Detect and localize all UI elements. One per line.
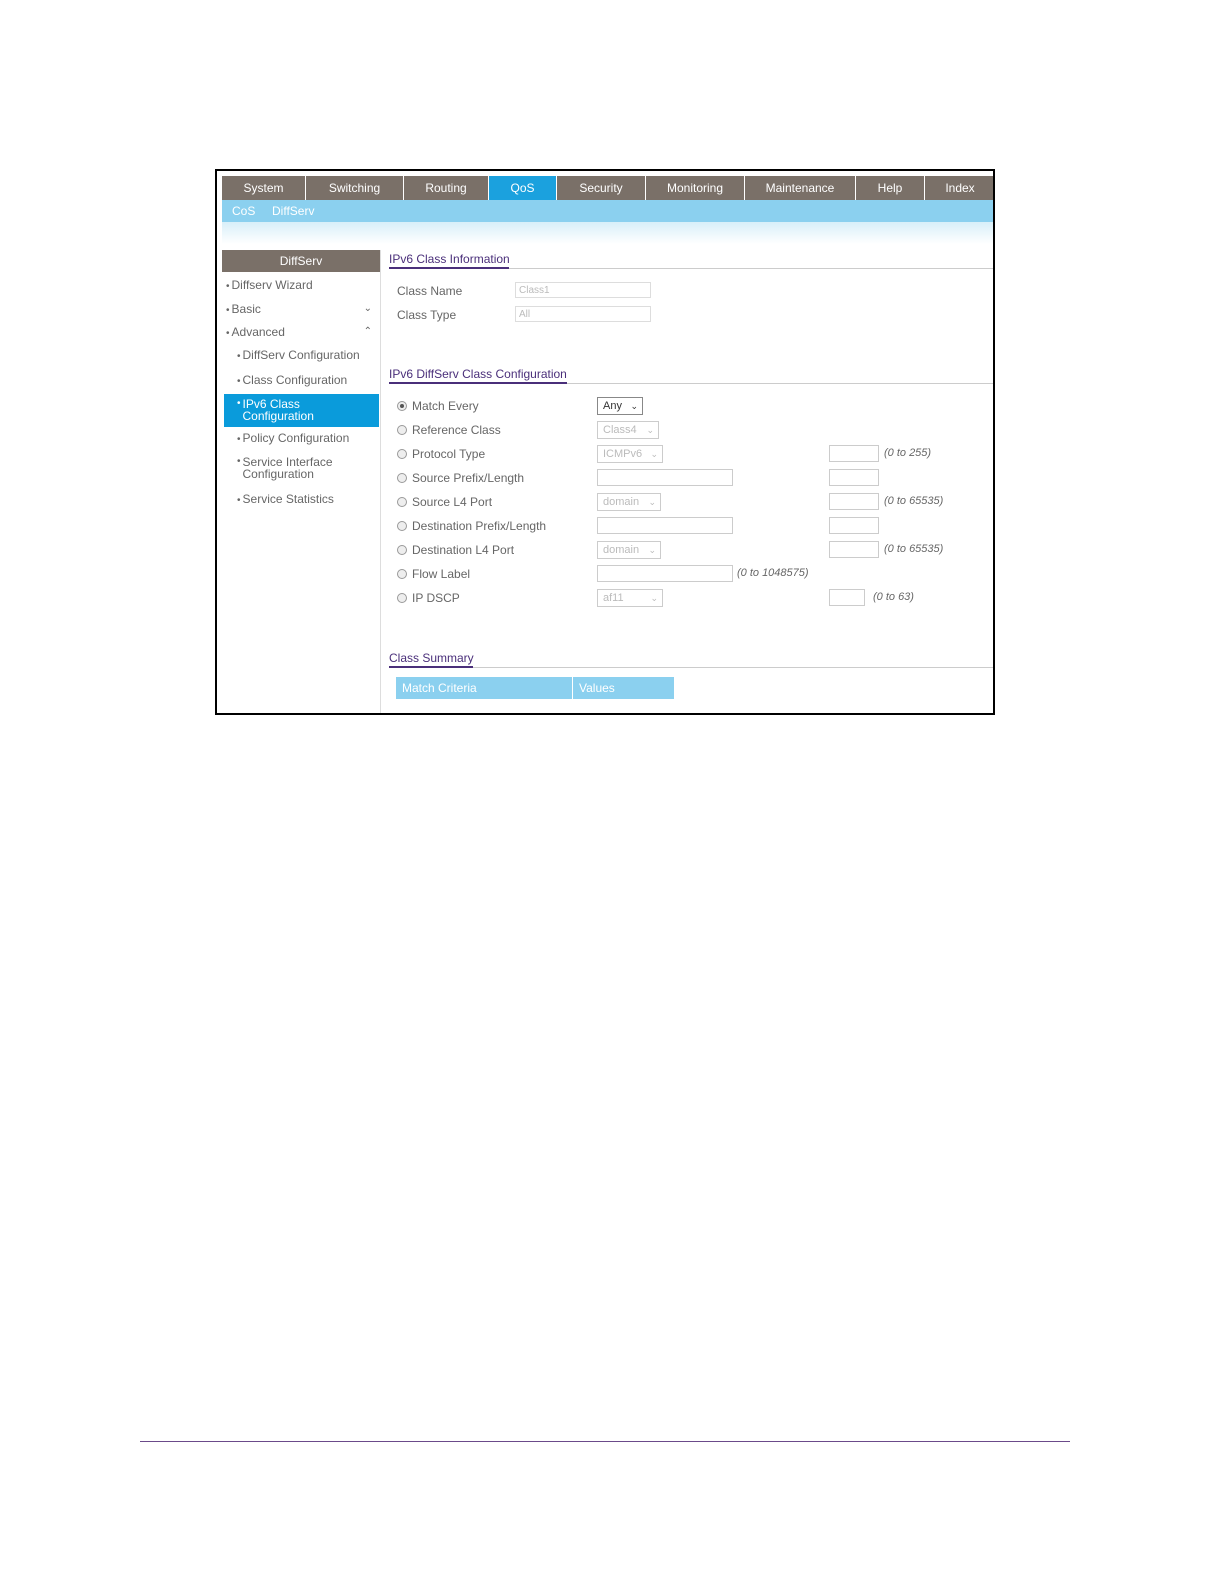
- section-rule: [473, 667, 993, 668]
- ip-dscp-select[interactable]: af11 ⌄: [597, 589, 663, 607]
- source-prefix-length-input[interactable]: [829, 469, 879, 486]
- radio-destination-l4-port[interactable]: [397, 545, 407, 555]
- class-name-field: Class1: [515, 282, 651, 298]
- flow-label-label: Flow Label: [412, 567, 471, 581]
- chevron-up-icon: ⌃: [363, 326, 372, 337]
- top-nav: System Switching Routing QoS Security Mo…: [222, 176, 993, 200]
- tab-monitoring[interactable]: Monitoring: [646, 176, 745, 200]
- destination-l4-port-range: (0 to 65535): [884, 543, 944, 555]
- protocol-type-select[interactable]: ICMPv6 ⌄: [597, 445, 663, 463]
- reference-class-select[interactable]: Class4 ⌄: [597, 421, 659, 439]
- sidebar-item-class-configuration[interactable]: • Class Configuration: [237, 374, 347, 388]
- source-l4-port-select[interactable]: domain ⌄: [597, 493, 661, 511]
- radio-match-every[interactable]: [397, 401, 407, 411]
- tab-routing[interactable]: Routing: [404, 176, 489, 200]
- sidebar-item-ipv6-class-configuration[interactable]: • IPv6 Class Configuration: [224, 394, 379, 427]
- radio-destination-prefix[interactable]: [397, 521, 407, 531]
- tab-switching[interactable]: Switching: [306, 176, 404, 200]
- subnav-shadow: [222, 222, 993, 244]
- protocol-type-range: (0 to 255): [884, 447, 932, 459]
- radio-source-l4-port[interactable]: [397, 497, 407, 507]
- tab-security[interactable]: Security: [557, 176, 646, 200]
- column-values: Values: [573, 677, 674, 699]
- protocol-type-input[interactable]: [829, 445, 879, 462]
- section-title-class-summary: Class Summary: [389, 651, 474, 665]
- flow-label-input[interactable]: [597, 565, 733, 582]
- radio-source-prefix[interactable]: [397, 473, 407, 483]
- sidebar: DiffServ • Diffserv Wizard • Basic ⌄ • Advan…: [222, 250, 381, 713]
- section-underline: [389, 267, 509, 269]
- destination-prefix-label: Destination Prefix/Length: [412, 519, 547, 533]
- section-title-class-info: IPv6 Class Information: [389, 252, 510, 266]
- subnav-diffserv[interactable]: DiffServ: [272, 204, 314, 218]
- sidebar-title: DiffServ: [222, 250, 380, 272]
- ip-dscp-input[interactable]: [829, 589, 865, 606]
- chevron-down-icon: ⌄: [650, 593, 658, 603]
- sidebar-item-basic[interactable]: • Basic ⌄: [226, 303, 376, 317]
- source-l4-port-range: (0 to 65535): [884, 495, 944, 507]
- tab-index[interactable]: Index: [925, 176, 993, 200]
- app-window: System Switching Routing QoS Security Mo…: [215, 169, 995, 715]
- ip-dscp-range: (0 to 63): [873, 591, 914, 603]
- source-prefix-input[interactable]: [597, 469, 733, 486]
- destination-l4-port-input[interactable]: [829, 541, 879, 558]
- sidebar-item-advanced[interactable]: • Advanced ⌃: [226, 326, 376, 340]
- chevron-down-icon: ⌄: [648, 545, 656, 555]
- destination-l4-port-select[interactable]: domain ⌄: [597, 541, 661, 559]
- radio-protocol-type[interactable]: [397, 449, 407, 459]
- source-l4-port-label: Source L4 Port: [412, 495, 493, 509]
- class-type-field: All: [515, 306, 651, 322]
- tab-qos[interactable]: QoS: [489, 176, 557, 200]
- section-rule: [567, 383, 993, 384]
- section-underline: [389, 382, 567, 384]
- chevron-down-icon: ⌄: [363, 303, 372, 314]
- tab-system[interactable]: System: [222, 176, 306, 200]
- sidebar-item-diffserv-configuration[interactable]: • DiffServ Configuration: [237, 349, 360, 363]
- chevron-down-icon: ⌄: [650, 449, 658, 459]
- class-type-label: Class Type: [397, 308, 457, 322]
- column-match-criteria: Match Criteria: [396, 677, 573, 699]
- destination-prefix-input[interactable]: [597, 517, 733, 534]
- source-prefix-label: Source Prefix/Length: [412, 471, 525, 485]
- ip-dscp-label: IP DSCP: [412, 591, 460, 605]
- class-summary-table-header: Match Criteria Values: [396, 677, 674, 699]
- match-every-label: Match Every: [412, 399, 479, 413]
- class-name-label: Class Name: [397, 284, 463, 298]
- destination-prefix-length-input[interactable]: [829, 517, 879, 534]
- section-title-class-config: IPv6 DiffServ Class Configuration: [389, 367, 567, 381]
- protocol-type-label: Protocol Type: [412, 447, 486, 461]
- sub-nav: CoS DiffServ: [222, 200, 993, 222]
- flow-label-range: (0 to 1048575): [737, 567, 809, 579]
- sidebar-item-policy-configuration[interactable]: • Policy Configuration: [237, 432, 349, 446]
- radio-reference-class[interactable]: [397, 425, 407, 435]
- radio-ip-dscp[interactable]: [397, 593, 407, 603]
- chevron-down-icon: ⌄: [648, 497, 656, 507]
- radio-flow-label[interactable]: [397, 569, 407, 579]
- reference-class-label: Reference Class: [412, 423, 501, 437]
- chevron-down-icon: ⌄: [630, 401, 638, 411]
- tab-maintenance[interactable]: Maintenance: [745, 176, 856, 200]
- subnav-cos[interactable]: CoS: [232, 204, 255, 218]
- section-rule: [509, 268, 993, 269]
- page-footer-rule: [140, 1441, 1070, 1442]
- section-underline: [389, 666, 473, 668]
- sidebar-item-service-interface-configuration[interactable]: • Service Interface Configuration: [237, 456, 343, 480]
- sidebar-item-service-statistics[interactable]: • Service Statistics: [237, 493, 334, 507]
- match-every-select[interactable]: Any ⌄: [597, 397, 643, 415]
- source-l4-port-input[interactable]: [829, 493, 879, 510]
- tab-help[interactable]: Help: [856, 176, 925, 200]
- destination-l4-port-label: Destination L4 Port: [412, 543, 515, 557]
- chevron-down-icon: ⌄: [646, 425, 654, 435]
- sidebar-item-diffserv-wizard[interactable]: • Diffserv Wizard: [226, 279, 313, 293]
